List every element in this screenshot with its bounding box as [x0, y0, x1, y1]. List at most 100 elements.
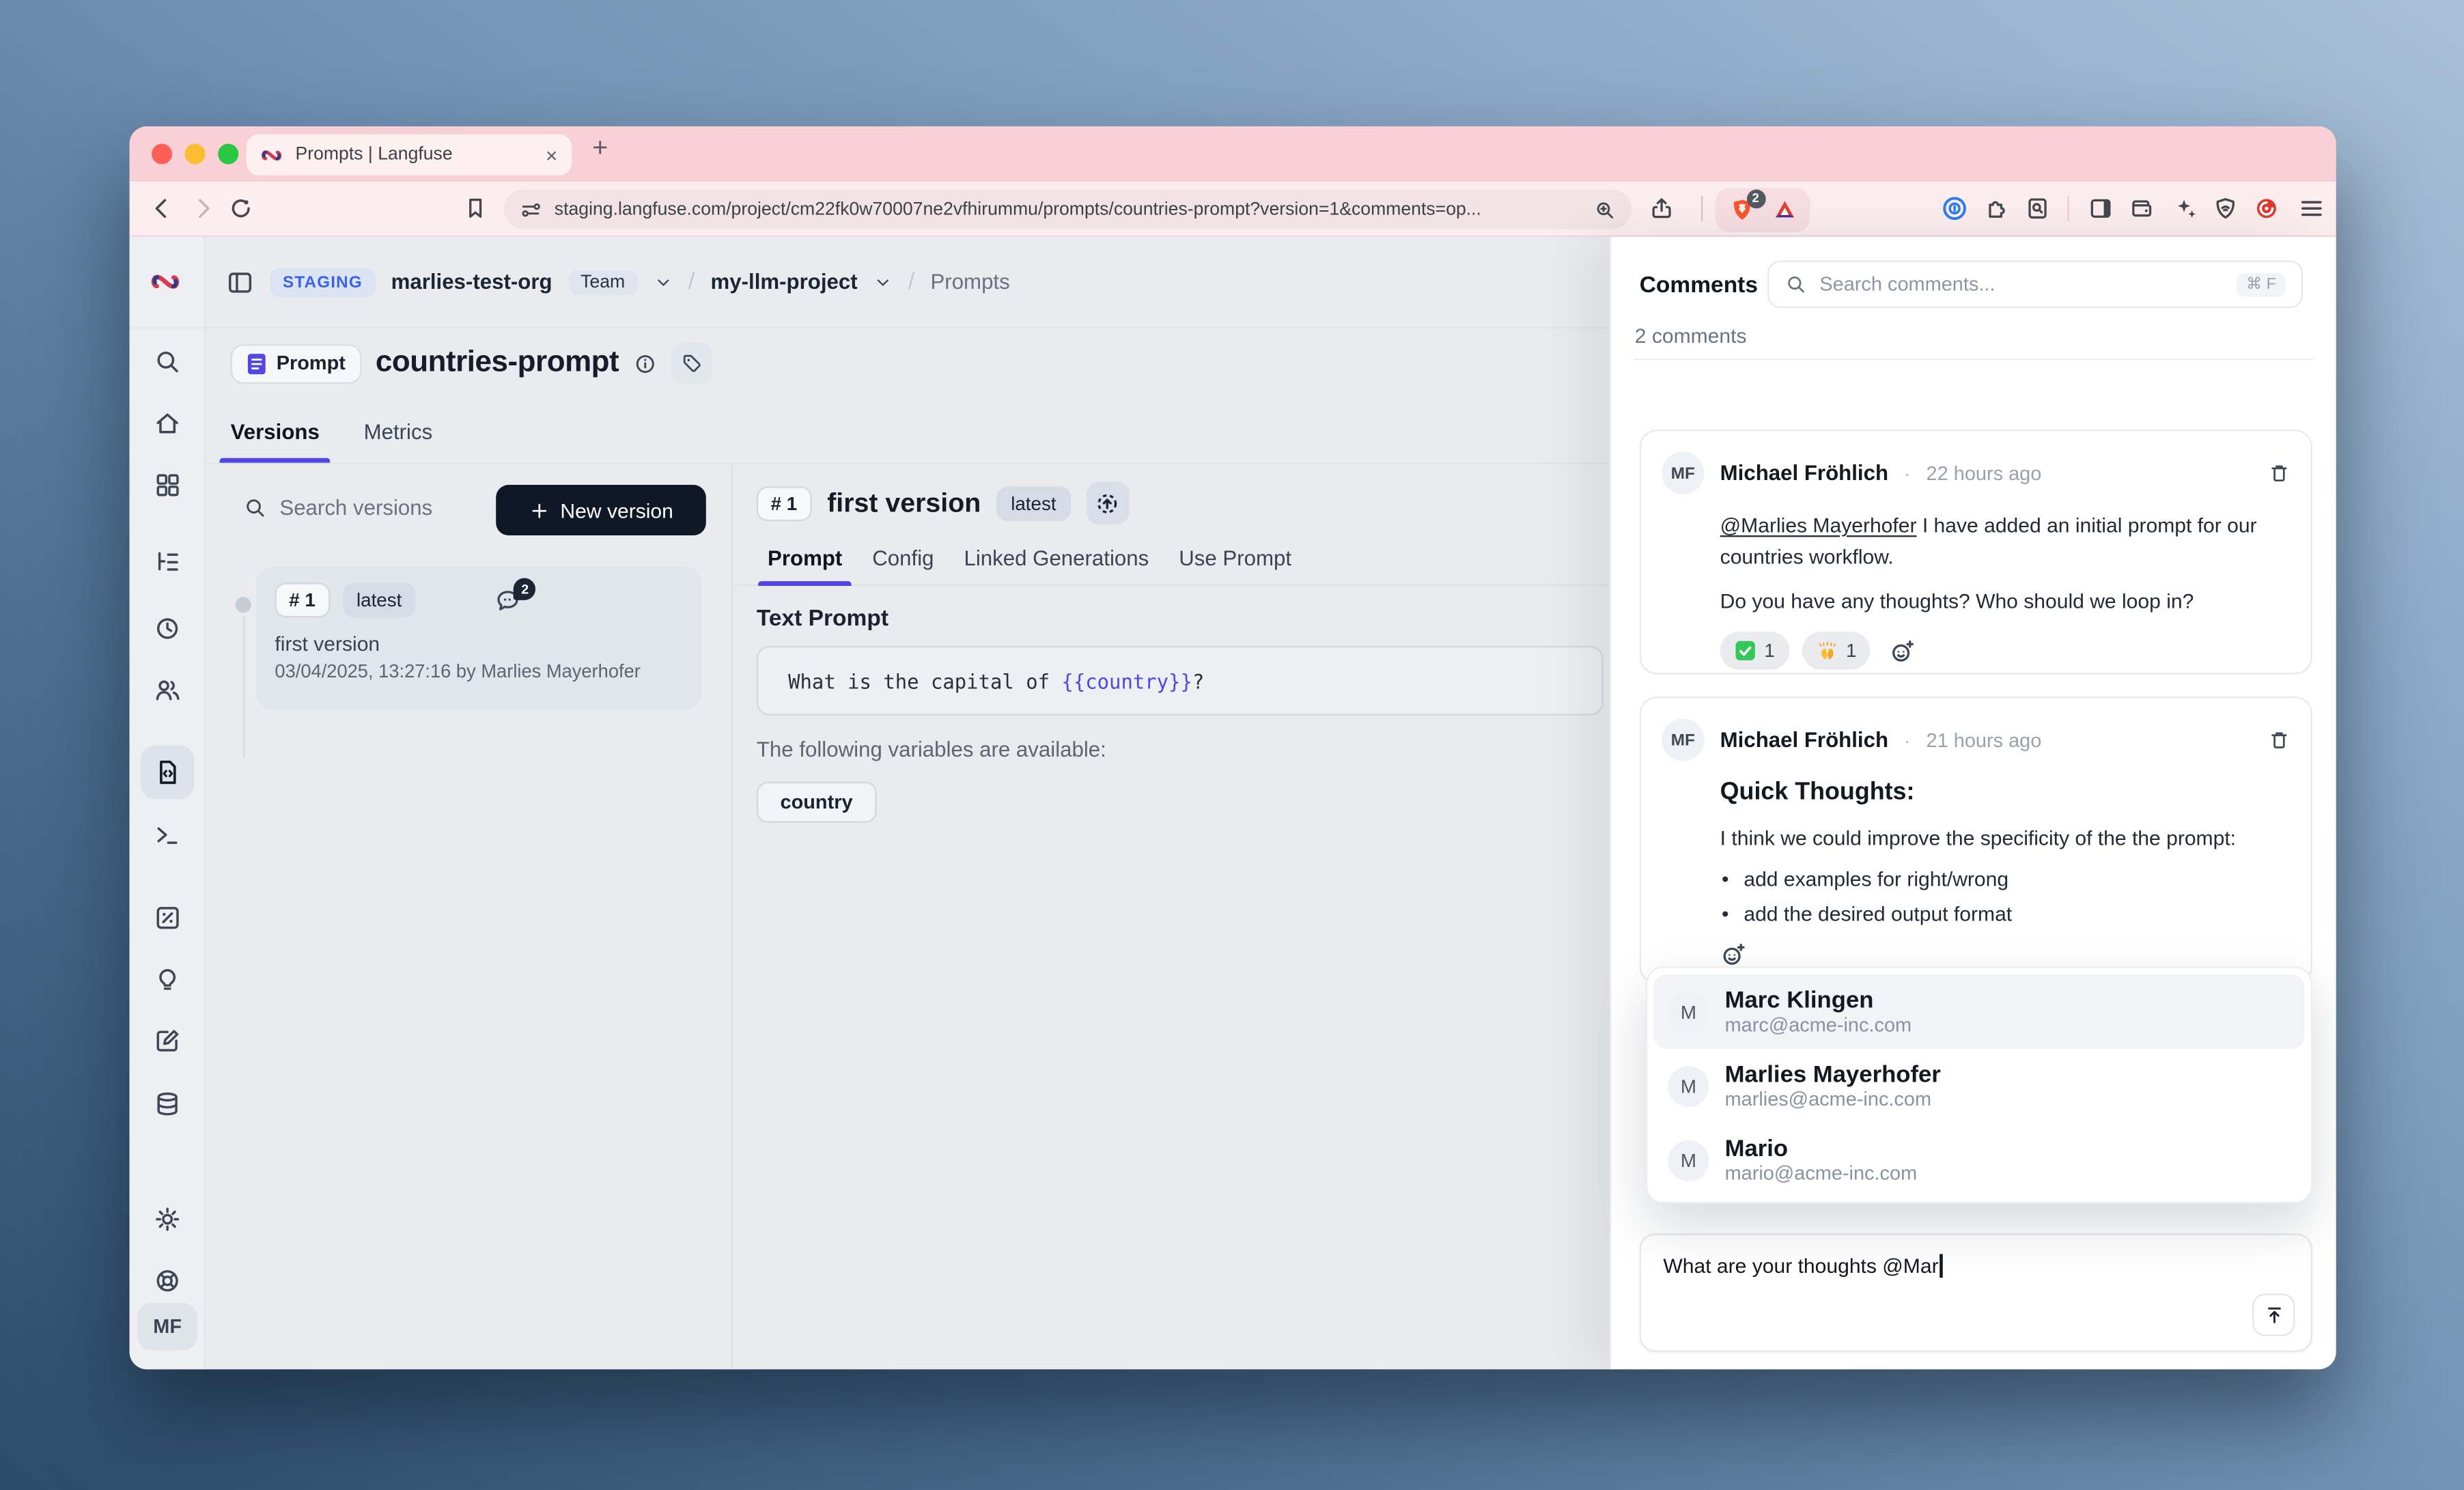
- brave-rewards-icon[interactable]: [1772, 197, 1797, 222]
- delete-comment-icon[interactable]: [2268, 728, 2290, 752]
- site-settings-icon[interactable]: [520, 198, 542, 220]
- sidebar-settings-gear-icon[interactable]: [130, 1191, 206, 1248]
- extension-swirl-icon[interactable]: [2254, 196, 2279, 221]
- comment-timestamp: 22 hours ago: [1927, 462, 2042, 483]
- mention-email: mario@acme-inc.com: [1725, 1163, 1918, 1185]
- mention-option[interactable]: M Marc Klingen marc@acme-inc.com: [1654, 974, 2305, 1049]
- sidebar-toggle-icon[interactable]: [226, 268, 255, 296]
- bullet-item: add the desired output format: [1744, 901, 2290, 925]
- tab-config[interactable]: Config: [872, 546, 934, 585]
- submit-comment-button[interactable]: [2252, 1293, 2295, 1336]
- comment-input[interactable]: What are your thoughts @Mar: [1640, 1233, 2312, 1351]
- versions-search-input[interactable]: [279, 496, 501, 520]
- new-tab-button[interactable]: +: [592, 132, 608, 164]
- maximize-window-button[interactable]: [218, 143, 238, 164]
- project-chevron-down-icon[interactable]: [873, 272, 893, 292]
- mention-option[interactable]: M Mario mario@acme-inc.com: [1654, 1123, 2305, 1197]
- zoom-page-icon[interactable]: [1594, 198, 1616, 220]
- versions-search[interactable]: [243, 496, 501, 520]
- promote-version-button[interactable]: [1086, 481, 1128, 524]
- wallet-icon[interactable]: [2129, 196, 2155, 221]
- project-name[interactable]: my-llm-project: [711, 270, 858, 294]
- url-bar[interactable]: staging.langfuse.com/project/cm22fk0w700…: [504, 190, 1632, 229]
- page-tabs: Versions Metrics: [231, 420, 433, 462]
- prompt-content-box: What is the capital of {{country}}?: [757, 646, 1604, 716]
- browser-toolbar: staging.langfuse.com/project/cm22fk0w700…: [130, 182, 2336, 237]
- mention-option[interactable]: M Marlies Mayerhofer marlies@acme-inc.co…: [1654, 1049, 2305, 1123]
- page-title: countries-prompt: [376, 346, 619, 381]
- sidebar-search-icon[interactable]: [130, 333, 206, 390]
- info-icon[interactable]: [633, 352, 657, 376]
- tab-metrics[interactable]: Metrics: [364, 420, 433, 462]
- comment-body: @Marlies Mayerhofer I have added an init…: [1720, 510, 2291, 572]
- tag-button[interactable]: [671, 343, 712, 384]
- back-icon[interactable]: [148, 195, 175, 222]
- org-role-badge: Team: [568, 269, 638, 294]
- add-reaction-icon[interactable]: [1890, 637, 1916, 664]
- keyboard-shortcut-badge: ⌘ F: [2237, 272, 2285, 296]
- comment-author: Michael Fröhlich: [1720, 728, 1888, 752]
- sidebar-support-lifebuoy-icon[interactable]: [130, 1252, 206, 1309]
- langfuse-logo-icon[interactable]: [130, 237, 204, 328]
- sidebar-prompts-icon[interactable]: [130, 744, 206, 800]
- tab-close-icon[interactable]: ×: [546, 145, 558, 165]
- avatar: M: [1668, 1065, 1709, 1106]
- sidebar-datasets-icon[interactable]: [130, 1013, 206, 1069]
- sidebar-panel-icon[interactable]: [2088, 196, 2114, 221]
- tab-versions[interactable]: Versions: [231, 420, 320, 462]
- privacy-shield-icon[interactable]: [2213, 196, 2238, 221]
- comments-search[interactable]: ⌘ F: [1767, 261, 2303, 308]
- extensions-puzzle-icon[interactable]: [1984, 196, 2009, 221]
- sidebar-playground-icon[interactable]: [130, 807, 206, 864]
- reload-icon[interactable]: [227, 195, 254, 222]
- add-reaction-icon[interactable]: [1720, 940, 2291, 967]
- share-icon[interactable]: [1649, 196, 1675, 221]
- search-icon: [243, 496, 267, 520]
- reaction-pill[interactable]: 1: [1802, 632, 1871, 670]
- comment-heading: Quick Thoughts:: [1720, 778, 2291, 807]
- new-version-button[interactable]: New version: [496, 485, 706, 535]
- menu-hamburger-icon[interactable]: [2298, 195, 2325, 222]
- bookmark-icon[interactable]: [463, 196, 488, 221]
- reaction-pill[interactable]: 1: [1720, 632, 1789, 670]
- close-window-button[interactable]: [152, 143, 172, 164]
- bullet-item: add examples for right/wrong: [1744, 867, 2290, 890]
- brave-shield-icon[interactable]: 2: [1728, 197, 1754, 222]
- sidebar-annotation-icon[interactable]: [130, 951, 206, 1007]
- browser-tab[interactable]: Prompts | Langfuse ×: [247, 135, 572, 175]
- tab-prompt[interactable]: Prompt: [768, 546, 842, 585]
- leo-ai-sparkles-icon[interactable]: [2173, 196, 2198, 221]
- detail-version-title: first version: [827, 488, 981, 519]
- timeline-dot: [236, 597, 251, 613]
- org-name[interactable]: marlies-test-org: [391, 270, 552, 294]
- delete-comment-icon[interactable]: [2268, 461, 2290, 485]
- forward-icon[interactable]: [190, 195, 216, 222]
- version-name: first version: [275, 632, 682, 656]
- breadcrumb-separator: /: [908, 268, 915, 295]
- timeline-line: [242, 616, 244, 758]
- mention-name: Marlies Mayerhofer: [1725, 1061, 1941, 1088]
- sidebar-tracing-icon[interactable]: [130, 534, 206, 591]
- password-manager-icon[interactable]: [1941, 195, 1968, 222]
- comments-bubble-icon[interactable]: 2: [495, 587, 522, 613]
- sidebar-sessions-icon[interactable]: [130, 600, 206, 657]
- org-chevron-down-icon[interactable]: [654, 272, 673, 292]
- minimize-window-button[interactable]: [185, 143, 206, 164]
- variables-label: The following variables are available:: [757, 737, 1106, 761]
- prompt-variable: {{country}}: [1061, 669, 1192, 692]
- sidebar-database-icon[interactable]: [130, 1076, 206, 1132]
- sidebar-dashboards-icon[interactable]: [130, 456, 206, 513]
- mention-email: marc@acme-inc.com: [1725, 1014, 1912, 1036]
- comments-panel-title: Comments: [1640, 273, 1758, 298]
- tab-use-prompt[interactable]: Use Prompt: [1179, 546, 1291, 585]
- version-list-item[interactable]: # 1 latest 2 first version 03/04/2025, 1…: [256, 567, 701, 709]
- comments-search-input[interactable]: [1819, 273, 2224, 295]
- user-avatar[interactable]: MF: [137, 1303, 197, 1350]
- sidebar-home-icon[interactable]: [130, 395, 206, 451]
- sidebar-users-icon[interactable]: [130, 662, 206, 718]
- mention-name: Marc Klingen: [1725, 987, 1912, 1014]
- sidebar-evaluation-icon[interactable]: [130, 889, 206, 946]
- mention-link[interactable]: @Marlies Mayerhofer: [1720, 514, 1917, 537]
- find-in-page-icon[interactable]: [2025, 196, 2050, 221]
- tab-linked-generations[interactable]: Linked Generations: [964, 546, 1149, 585]
